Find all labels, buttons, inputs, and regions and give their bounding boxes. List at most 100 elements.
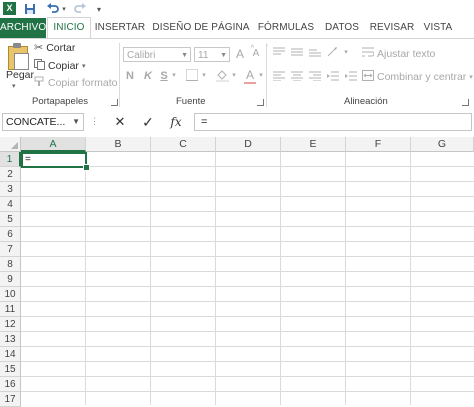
tab-diseno-de-pagina[interactable]: DISEÑO DE PÁGINA <box>150 18 252 38</box>
column-header-a[interactable]: A <box>21 137 86 152</box>
font-color-button[interactable]: A <box>244 68 256 82</box>
formula-input[interactable]: = <box>194 113 472 131</box>
font-launcher-icon[interactable] <box>257 99 264 106</box>
row-header-11[interactable]: 11 <box>0 302 21 317</box>
font-size-dropdown[interactable]: 11 ▼ <box>194 47 230 62</box>
row-header-13[interactable]: 13 <box>0 332 21 347</box>
tab-datos[interactable]: DATOS <box>320 18 364 38</box>
group-divider <box>119 43 120 107</box>
font-size-value: 11 <box>198 50 209 61</box>
wrap-text-button[interactable]: Ajustar texto <box>362 47 435 61</box>
column-header-f[interactable]: F <box>346 137 411 152</box>
tab-vista[interactable]: VISTA <box>420 18 456 38</box>
row-header-5[interactable]: 5 <box>0 212 21 227</box>
row-header-12[interactable]: 12 <box>0 317 21 332</box>
row-header-16[interactable]: 16 <box>0 377 21 392</box>
paste-dropdown-icon[interactable]: ▾ <box>12 82 16 90</box>
quick-access-toolbar: X ▾ ▾ <box>0 0 474 18</box>
row-header-4[interactable]: 4 <box>0 197 21 212</box>
cut-button[interactable]: ✂ Cortar <box>34 42 75 54</box>
format-painter-icon <box>34 76 45 90</box>
customize-dropdown-icon[interactable]: ▾ <box>94 1 104 17</box>
copy-button[interactable]: Copiar ▾ <box>34 59 85 73</box>
tab-revisar[interactable]: REVISAR <box>367 18 417 38</box>
bold-button[interactable]: N <box>125 70 135 82</box>
alignment-group-label: Alineación <box>344 96 388 107</box>
fill-color-icon[interactable] <box>214 69 230 85</box>
column-header-d[interactable]: D <box>216 137 281 152</box>
clipboard-group-label: Portapapeles <box>32 96 88 107</box>
row-header-15[interactable]: 15 <box>0 362 21 377</box>
row-header-7[interactable]: 7 <box>0 242 21 257</box>
wrap-text-label: Ajustar texto <box>377 48 436 60</box>
column-header-e[interactable]: E <box>281 137 346 152</box>
chevron-down-icon: ▼ <box>220 52 227 59</box>
column-header-b[interactable]: B <box>86 137 151 152</box>
increase-indent-icon[interactable] <box>344 71 358 84</box>
tab-insertar[interactable]: INSERTAR <box>94 18 146 38</box>
name-box[interactable]: CONCATE... ▼ <box>2 113 84 131</box>
enter-icon[interactable]: ✓ <box>138 113 158 131</box>
clipboard-launcher-icon[interactable] <box>111 99 118 106</box>
align-middle-icon[interactable] <box>290 47 304 60</box>
tab-formulas[interactable]: FÓRMULAS <box>255 18 317 38</box>
fill-color-dropdown-icon[interactable]: ▾ <box>230 71 238 79</box>
font-color-dropdown-icon[interactable]: ▾ <box>257 71 265 79</box>
alignment-launcher-icon[interactable] <box>462 99 469 106</box>
undo-icon[interactable] <box>44 1 60 17</box>
name-box-value: CONCATE... <box>6 116 66 128</box>
save-icon[interactable] <box>22 1 38 17</box>
orientation-dropdown-icon[interactable]: ▾ <box>342 48 350 56</box>
column-header-g[interactable]: G <box>411 137 474 152</box>
excel-icon[interactable]: X <box>3 2 16 15</box>
row-header-9[interactable]: 9 <box>0 272 21 287</box>
merge-dropdown-icon[interactable]: ▾ <box>469 73 473 81</box>
cancel-icon[interactable]: ✕ <box>110 113 130 131</box>
font-name-value: Calibri <box>127 50 156 61</box>
formula-bar-grip-icon[interactable]: ⋮ <box>90 116 99 127</box>
format-painter-button[interactable]: Copiar formato <box>34 76 117 90</box>
row-header-1[interactable]: 1 <box>0 152 21 167</box>
row-header-3[interactable]: 3 <box>0 182 21 197</box>
formula-bar: CONCATE... ▼ ⋮ ✕ ✓ fx = <box>0 108 474 136</box>
redo-icon[interactable] <box>72 1 88 17</box>
orientation-icon[interactable] <box>326 46 342 61</box>
tab-inicio[interactable]: INICIO <box>47 17 91 38</box>
row-header-8[interactable]: 8 <box>0 257 21 272</box>
select-all-button[interactable] <box>0 137 21 152</box>
align-bottom-icon[interactable] <box>308 47 322 60</box>
row-header-14[interactable]: 14 <box>0 347 21 362</box>
underline-button[interactable]: S <box>159 70 169 82</box>
italic-button[interactable]: K <box>143 70 153 82</box>
chevron-down-icon: ▼ <box>181 52 188 59</box>
merge-center-button[interactable]: Combinar y centrar ▾ <box>362 70 473 84</box>
insert-function-icon[interactable]: fx <box>166 113 186 131</box>
tab-archivo[interactable]: ARCHIVO <box>0 18 46 38</box>
font-name-dropdown[interactable]: Calibri ▼ <box>123 47 191 62</box>
merge-center-icon <box>362 70 374 84</box>
decrease-indent-icon[interactable] <box>326 71 340 84</box>
row-header-6[interactable]: 6 <box>0 227 21 242</box>
borders-dropdown-icon[interactable]: ▾ <box>200 71 208 79</box>
copy-dropdown-icon[interactable]: ▾ <box>82 62 86 70</box>
row-header-10[interactable]: 10 <box>0 287 21 302</box>
font-group-label: Fuente <box>176 96 206 107</box>
row-header-2[interactable]: 2 <box>0 167 21 182</box>
paste-button[interactable]: Pegar <box>6 69 34 81</box>
group-divider <box>266 43 267 107</box>
ribbon: Pegar ▾ ✂ Cortar Copiar ▾ Copiar formato… <box>0 38 474 110</box>
align-top-icon[interactable] <box>272 47 286 60</box>
undo-dropdown-icon[interactable]: ▾ <box>60 1 68 17</box>
active-cell[interactable]: = <box>21 152 87 168</box>
ribbon-tabs: ARCHIVO INICIO INSERTAR DISEÑO DE PÁGINA… <box>0 17 474 38</box>
cell-area[interactable] <box>21 152 474 405</box>
underline-dropdown-icon[interactable]: ▾ <box>170 71 178 79</box>
borders-icon[interactable] <box>184 69 200 84</box>
column-header-c[interactable]: C <box>151 137 216 152</box>
copy-icon <box>34 59 45 73</box>
align-right-icon[interactable] <box>308 71 322 84</box>
align-left-icon[interactable] <box>272 71 286 84</box>
align-center-icon[interactable] <box>290 71 304 84</box>
fill-handle[interactable] <box>83 164 90 171</box>
format-painter-label: Copiar formato <box>48 77 118 89</box>
